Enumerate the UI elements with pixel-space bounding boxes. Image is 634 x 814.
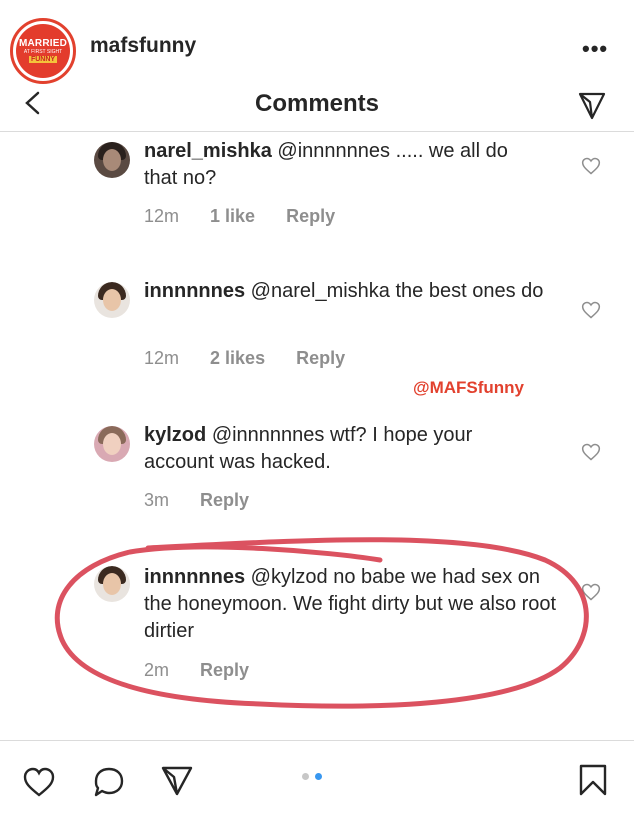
avatar[interactable] bbox=[94, 282, 130, 318]
avatar[interactable] bbox=[94, 426, 130, 462]
comment-likes[interactable]: 2 likes bbox=[210, 348, 265, 368]
account-name[interactable]: mafsfunny bbox=[90, 34, 196, 58]
comment-username[interactable]: innnnnnes bbox=[144, 566, 245, 588]
comment-meta: 3m Reply bbox=[144, 490, 275, 511]
bookmark-icon[interactable] bbox=[576, 763, 610, 797]
carousel-dot bbox=[302, 773, 309, 780]
heart-icon[interactable] bbox=[22, 765, 56, 799]
carousel-indicator bbox=[302, 773, 322, 780]
reply-button[interactable]: Reply bbox=[200, 660, 249, 680]
comment-time: 2m bbox=[144, 660, 170, 680]
account-avatar[interactable]: MARRIED AT FIRST SIGHT FUNNY bbox=[10, 18, 76, 84]
comment-time: 12m bbox=[144, 348, 180, 368]
logo: MARRIED AT FIRST SIGHT FUNNY bbox=[16, 24, 70, 78]
send-icon[interactable] bbox=[577, 90, 607, 120]
comment-time: 3m bbox=[144, 490, 170, 510]
comment-mention[interactable]: @narel_mishka bbox=[251, 280, 390, 302]
comments-header: Comments bbox=[0, 84, 634, 132]
comment-body: the best ones do bbox=[389, 280, 544, 302]
page-title: Comments bbox=[254, 90, 380, 117]
comment-username[interactable]: narel_mishka bbox=[144, 140, 272, 162]
logo-subtext: AT FIRST SIGHT bbox=[23, 49, 63, 55]
comment-icon[interactable] bbox=[92, 765, 126, 799]
comment-mention[interactable]: @innnnnnes bbox=[277, 140, 390, 162]
comment-username[interactable]: innnnnnes bbox=[144, 280, 245, 302]
post-action-bar bbox=[0, 740, 634, 814]
watermark: @MAFSfunny bbox=[413, 378, 525, 397]
comment-username[interactable]: kylzod bbox=[144, 424, 206, 446]
comment-text: innnnnnes @narel_mishka the best ones do bbox=[144, 278, 544, 305]
comment-text: narel_mishka @innnnnnes ..... we all do … bbox=[144, 138, 544, 192]
reply-button[interactable]: Reply bbox=[296, 348, 345, 368]
heart-icon[interactable] bbox=[581, 582, 601, 602]
comment-meta: 2m Reply bbox=[144, 660, 275, 681]
heart-icon[interactable] bbox=[581, 442, 601, 462]
more-horizontal-icon[interactable]: ••• bbox=[582, 36, 608, 62]
comment-time: 12m bbox=[144, 206, 180, 226]
comment-meta: 12m 1 like Reply bbox=[144, 206, 361, 227]
avatar[interactable] bbox=[94, 142, 130, 178]
comment-mention[interactable]: @kylzod bbox=[251, 566, 328, 588]
comment-text: innnnnnes @kylzod no babe we had sex on … bbox=[144, 564, 564, 645]
post-header: MARRIED AT FIRST SIGHT FUNNY mafsfunny •… bbox=[0, 0, 634, 84]
carousel-dot-active bbox=[315, 773, 322, 780]
send-icon[interactable] bbox=[160, 763, 194, 797]
comment-meta: 12m 2 likes Reply bbox=[144, 348, 371, 369]
comment-text: kylzod @innnnnnes wtf? I hope your accou… bbox=[144, 422, 544, 476]
logo-badge: FUNNY bbox=[28, 56, 58, 63]
reply-button[interactable]: Reply bbox=[200, 490, 249, 510]
logo-text: MARRIED bbox=[18, 38, 68, 49]
comment-likes[interactable]: 1 like bbox=[210, 206, 255, 226]
avatar[interactable] bbox=[94, 566, 130, 602]
heart-icon[interactable] bbox=[581, 300, 601, 320]
comment-mention[interactable]: @innnnnnes bbox=[212, 424, 325, 446]
heart-icon[interactable] bbox=[581, 156, 601, 176]
reply-button[interactable]: Reply bbox=[286, 206, 335, 226]
